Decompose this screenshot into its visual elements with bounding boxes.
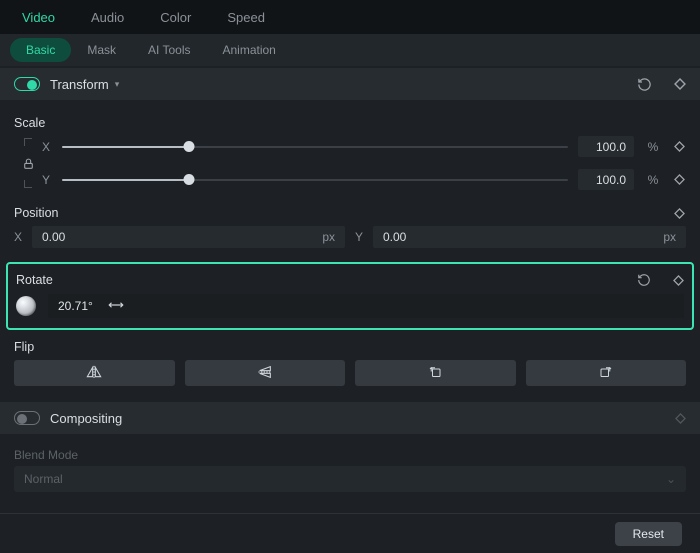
- tab-speed[interactable]: Speed: [209, 0, 283, 34]
- blend-mode-label: Blend Mode: [14, 448, 686, 462]
- compositing-header[interactable]: Compositing: [0, 402, 700, 434]
- scale-y-value[interactable]: 100.0: [578, 169, 634, 190]
- chevron-down-icon[interactable]: ▾: [115, 79, 120, 90]
- scale-x-value[interactable]: 100.0: [578, 136, 634, 157]
- position-y-input[interactable]: 0.00 px: [373, 226, 686, 248]
- transform-header[interactable]: Transform ▾: [0, 68, 700, 100]
- rotate-keyframe-icon[interactable]: [673, 275, 684, 286]
- sub-tabs: Basic Mask AI Tools Animation: [0, 34, 700, 66]
- compositing-keyframe-icon: [675, 413, 686, 424]
- rotate-cw-icon: [598, 364, 614, 382]
- scale-x-slider[interactable]: [62, 140, 568, 154]
- reset-button[interactable]: Reset: [615, 522, 682, 546]
- rotate-ccw-icon: [427, 364, 443, 382]
- rotate-value: 20.71°: [58, 299, 93, 313]
- transform-keyframe-icon[interactable]: [674, 78, 686, 90]
- scale-y-axis-label: Y: [42, 173, 52, 187]
- position-x-value: 0.00: [42, 230, 65, 244]
- subtab-animation[interactable]: Animation: [206, 38, 291, 62]
- compositing-title: Compositing: [50, 411, 122, 426]
- position-y-unit: px: [663, 230, 676, 244]
- subtab-basic[interactable]: Basic: [10, 38, 71, 62]
- top-tabs: Video Audio Color Speed: [0, 0, 700, 34]
- tab-video[interactable]: Video: [4, 0, 73, 34]
- position-label: Position: [14, 206, 58, 220]
- flip-horizontal-button[interactable]: [14, 360, 175, 386]
- scale-x-axis-label: X: [42, 140, 52, 154]
- scale-y-slider[interactable]: [62, 173, 568, 187]
- scale-label: Scale: [14, 116, 686, 130]
- flip-vertical-icon: [257, 365, 273, 382]
- position-x-axis-label: X: [14, 230, 24, 244]
- rotate-input[interactable]: 20.71°: [48, 294, 684, 318]
- position-x-unit: px: [322, 230, 335, 244]
- flip-label: Flip: [14, 340, 686, 354]
- rotate-ccw-button[interactable]: [355, 360, 516, 386]
- rotate-cw-button[interactable]: [526, 360, 687, 386]
- transform-toggle[interactable]: [14, 77, 40, 91]
- position-keyframe-icon[interactable]: [672, 208, 686, 219]
- flip-horizontal-icon: [86, 365, 102, 382]
- chevron-down-icon: ⌄: [666, 472, 676, 486]
- footer: Reset: [0, 513, 700, 553]
- subtab-mask[interactable]: Mask: [71, 38, 132, 62]
- scale-x-unit: %: [644, 140, 662, 154]
- transform-title: Transform: [50, 77, 109, 92]
- transform-reset-icon[interactable]: [637, 77, 652, 92]
- rotate-knob[interactable]: [16, 296, 36, 316]
- blend-mode-value: Normal: [24, 472, 63, 486]
- position-y-axis-label: Y: [355, 230, 365, 244]
- flip-vertical-button[interactable]: [185, 360, 346, 386]
- position-x-input[interactable]: 0.00 px: [32, 226, 345, 248]
- compositing-body: Blend Mode Normal ⌄: [0, 434, 700, 496]
- tab-audio[interactable]: Audio: [73, 0, 142, 34]
- rotate-reset-icon[interactable]: [637, 273, 651, 287]
- rotate-label: Rotate: [16, 273, 53, 287]
- scale-y-row: Y 100.0 %: [42, 169, 686, 190]
- position-y-value: 0.00: [383, 230, 406, 244]
- compositing-toggle[interactable]: [14, 411, 40, 425]
- scale-x-row: X 100.0 %: [42, 136, 686, 157]
- scale-lock-link[interactable]: [14, 136, 42, 190]
- rotate-section: Rotate 20.71°: [6, 262, 694, 330]
- transform-body: Scale X 100.0 % Y: [0, 100, 700, 250]
- scale-y-keyframe-icon[interactable]: [672, 174, 686, 185]
- scale-y-unit: %: [644, 173, 662, 187]
- scale-x-keyframe-icon[interactable]: [672, 141, 686, 152]
- drag-horizontal-icon: [107, 299, 125, 313]
- subtab-aitools[interactable]: AI Tools: [132, 38, 206, 62]
- blend-mode-select[interactable]: Normal ⌄: [14, 466, 686, 492]
- tab-color[interactable]: Color: [142, 0, 209, 34]
